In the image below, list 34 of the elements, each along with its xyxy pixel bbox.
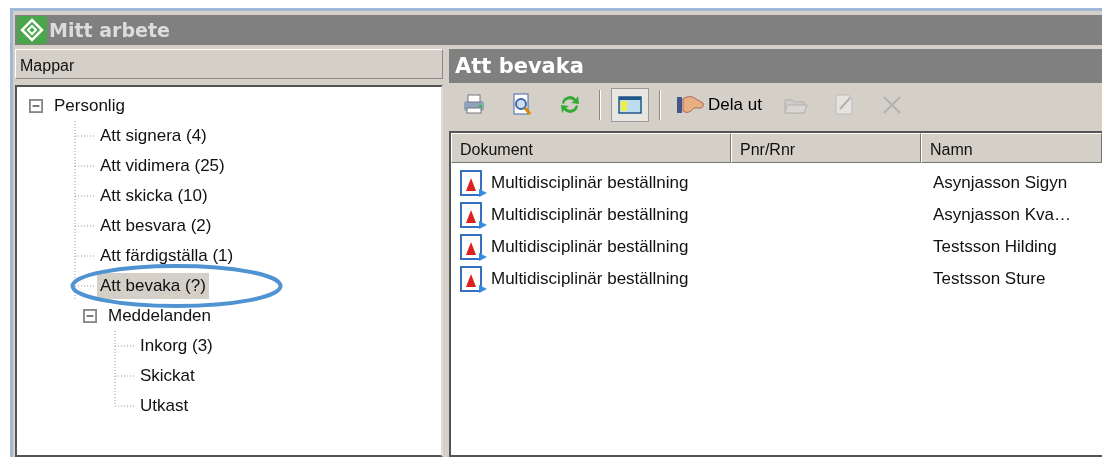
panel-title: Mappar [15, 49, 443, 79]
app-logo-icon [17, 16, 47, 44]
column-header[interactable]: Namn [921, 133, 1102, 163]
collapse-toggle[interactable] [83, 309, 97, 323]
table-cell-text: Multidisciplinär beställning [491, 236, 689, 259]
table-cell-text: Multidisciplinär beställning [491, 172, 689, 195]
table-cell-text: Multidisciplinär beställning [491, 268, 689, 291]
document-icon [459, 265, 489, 293]
window-title: Mitt arbete [49, 17, 170, 43]
tree-item[interactable]: Inkorg (3) [137, 333, 216, 359]
share-button[interactable]: Dela ut [671, 88, 767, 122]
tree-item[interactable]: Att signera (4) [97, 123, 210, 149]
layout-button[interactable] [611, 88, 649, 122]
tree-item[interactable]: Att skicka (10) [97, 183, 211, 209]
tree-item[interactable]: Att besvara (2) [97, 213, 215, 239]
document-icon [459, 169, 489, 197]
column-header[interactable]: Pnr/Rnr [731, 133, 921, 163]
table-cell-text: Asynjasson Kva… [932, 204, 1071, 227]
tree-folder[interactable]: Personlig [51, 93, 128, 119]
tree-folder[interactable]: Meddelanden [105, 303, 215, 329]
table-cell-text: Testsson Sture [932, 268, 1046, 291]
tree-item[interactable]: Utkast [137, 393, 192, 419]
collapse-toggle[interactable] [29, 99, 43, 113]
document-icon [459, 233, 489, 261]
tree-item[interactable]: Att vidimera (25) [97, 153, 228, 179]
tree-item[interactable]: Skickat [137, 363, 198, 389]
table-cell-text: Testsson Hilding [932, 236, 1057, 259]
table-cell-text: Multidisciplinär beställning [491, 204, 689, 227]
tree-item[interactable]: Att bevaka (?) [97, 273, 209, 299]
document-icon [459, 201, 489, 229]
table-cell-text: Asynjasson Sigyn [932, 172, 1068, 195]
panel-title: Att bevaka [449, 49, 1102, 83]
tree-item[interactable]: Att färdigställa (1) [97, 243, 237, 269]
column-header[interactable]: Dokument [451, 133, 731, 163]
